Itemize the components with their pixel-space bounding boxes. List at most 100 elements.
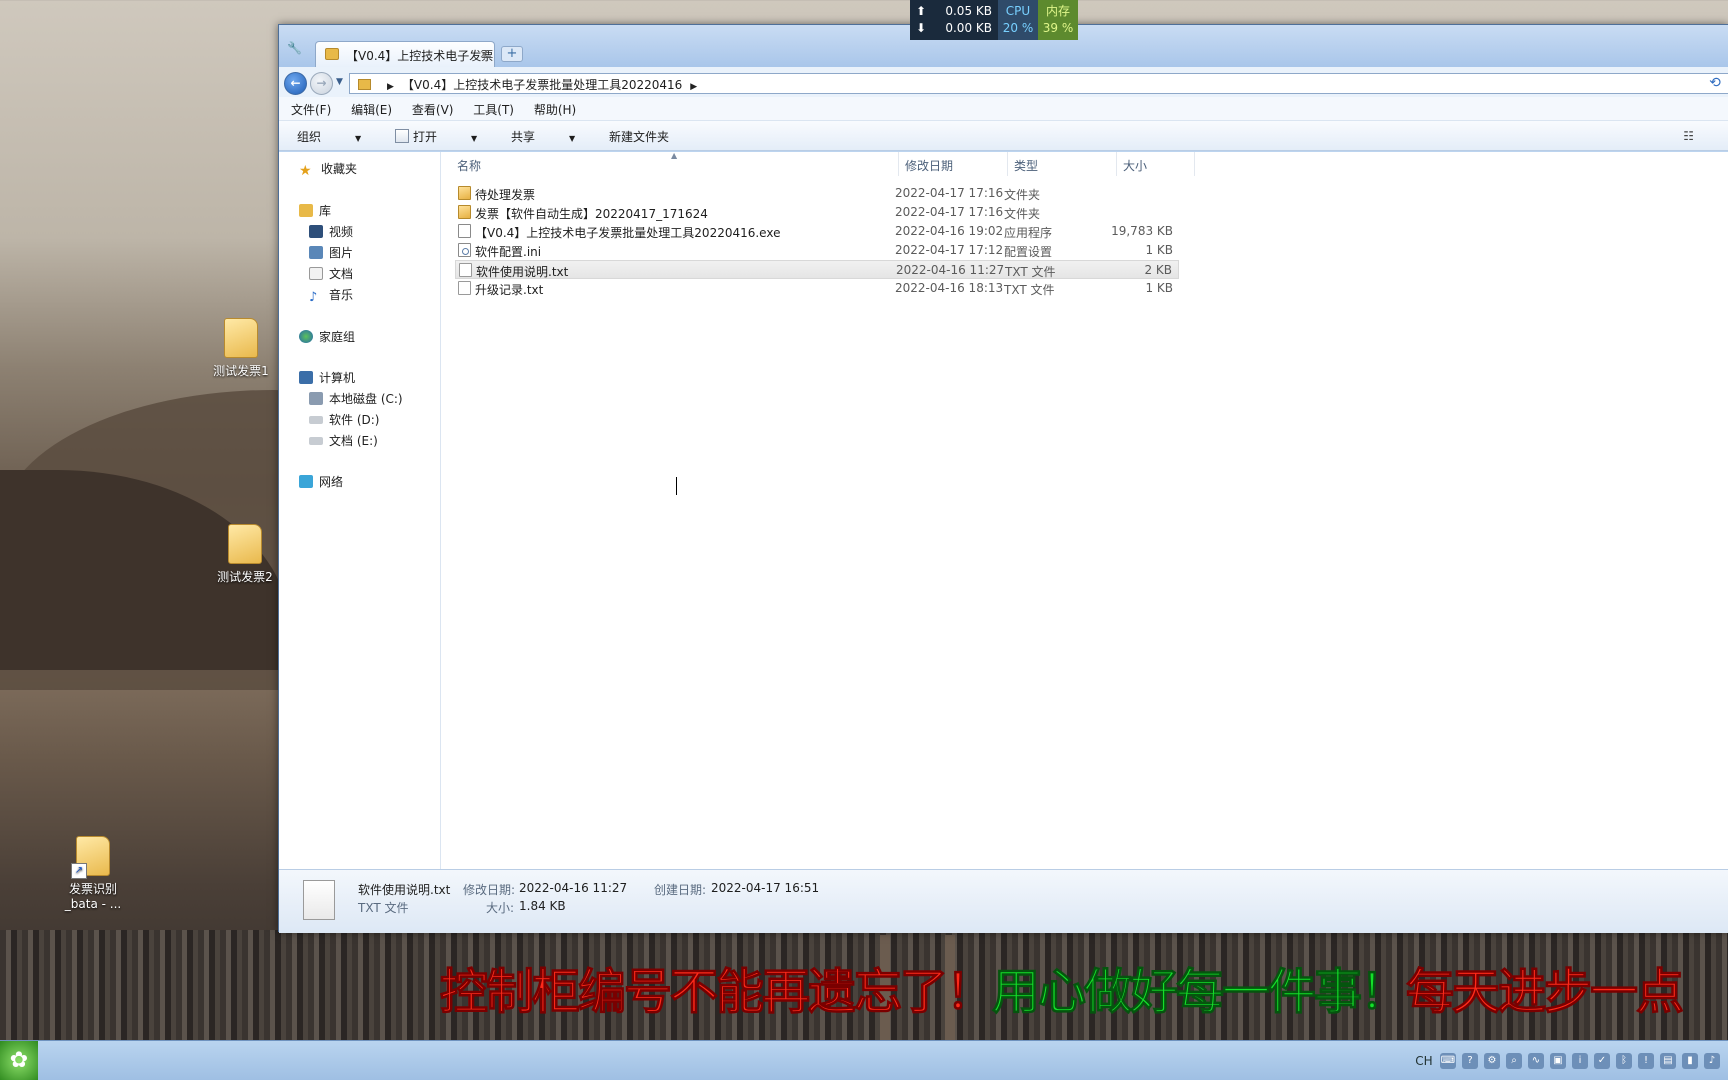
drive-icon [309, 416, 323, 424]
column-header-date[interactable]: 修改日期 [899, 152, 1008, 176]
nav-library-pictures[interactable]: 图片 [309, 244, 353, 261]
nav-drive-e[interactable]: 文档 (E:) [309, 432, 378, 449]
caret-down-icon: ▼ [471, 134, 478, 143]
desktop-icon-test-invoice-2[interactable]: 测试发票2 [200, 524, 290, 585]
nav-label: 文档 [329, 267, 354, 281]
nav-drive-d[interactable]: 软件 (D:) [309, 411, 379, 428]
new-folder-button[interactable]: 新建文件夹 [609, 130, 669, 144]
volume-icon[interactable]: ♪ [1704, 1053, 1720, 1069]
warning-icon[interactable]: ! [1638, 1053, 1654, 1069]
menu-edit[interactable]: 编辑(E) [351, 103, 392, 117]
nav-library-videos[interactable]: 视频 [309, 223, 353, 240]
desktop-icon-label-line2: _bata - ... [64, 897, 122, 911]
desktop-icon-invoice-recognition[interactable]: 发票识别 _bata - ... [48, 836, 138, 911]
mouse-cursor [676, 477, 687, 495]
wrench-icon[interactable]: 🔧 [287, 41, 302, 55]
file-type: 应用程序 [1004, 226, 1053, 240]
help-icon[interactable]: ? [1462, 1053, 1478, 1069]
device-icon[interactable]: ▤ [1660, 1053, 1676, 1069]
nav-favorites[interactable]: ★ 收藏夹 [299, 160, 357, 179]
file-size: 1 KB [1145, 281, 1173, 295]
start-button[interactable]: ✿ [0, 1041, 38, 1080]
column-header-type[interactable]: 类型 [1008, 152, 1117, 176]
display-icon[interactable]: ▣ [1550, 1053, 1566, 1069]
nav-label: 网络 [319, 475, 344, 489]
nav-library-music[interactable]: ♪ 音乐 [309, 286, 354, 305]
file-row[interactable]: 软件配置.ini 2022-04-17 17:12 配置设置 1 KB [455, 241, 1179, 260]
signal-icon[interactable]: ▮ [1682, 1053, 1698, 1069]
address-row: ← → ▼ ▶【V0.4】上控技术电子发票批量处理工具20220416▶ ▼ ⟲ [279, 67, 1728, 97]
nav-label: 音乐 [329, 288, 354, 302]
nav-drive-c[interactable]: 本地磁盘 (C:) [309, 390, 403, 407]
info-icon[interactable]: i [1572, 1053, 1588, 1069]
close-tab-icon[interactable]: × [479, 47, 489, 61]
nav-network[interactable]: 网络 [299, 473, 343, 490]
menu-help[interactable]: 帮助(H) [534, 103, 576, 117]
input-language-indicator[interactable]: CH [1414, 1054, 1434, 1068]
file-date: 2022-04-16 11:27 [896, 263, 1005, 277]
download-speed: 0.00 KB [945, 21, 992, 35]
new-tab-button[interactable]: + [501, 46, 523, 62]
breadcrumb-current-folder[interactable]: 【V0.4】上控技术电子发票批量处理工具20220416 [402, 78, 682, 92]
share-label: 共享 [511, 130, 536, 144]
forward-button[interactable]: → [310, 72, 333, 95]
file-row[interactable]: 发票【软件自动生成】20220417_171624 2022-04-17 17:1… [455, 203, 1179, 222]
text-file-icon [303, 880, 335, 920]
menu-file[interactable]: 文件(F) [291, 103, 331, 117]
network-icon [299, 475, 313, 488]
activity-icon[interactable]: ∿ [1528, 1053, 1544, 1069]
file-list: 名称 ▲ 修改日期 类型 大小 待处理发票 2022-04-17 17:16 文件夹发… [441, 151, 1728, 869]
details-size-value: 1.84 KB [519, 899, 566, 913]
recent-pages-dropdown-icon[interactable]: ▼ [336, 77, 343, 87]
keyboard-icon[interactable]: ⌨ [1440, 1053, 1456, 1069]
bluetooth-icon[interactable]: ᛒ [1616, 1053, 1632, 1069]
nav-libraries[interactable]: 库 [299, 202, 331, 219]
navigation-pane: ★ 收藏夹 库 视频 图片 文档 ♪ 音乐 家庭组 计算机 本地磁盘 (C:) 软件… [279, 152, 441, 869]
menu-tools[interactable]: 工具(T) [473, 103, 514, 117]
column-header-size[interactable]: 大小 [1117, 152, 1195, 176]
explorer-window: 🔧 【V0.4】上控技术电子发票 × + ← → ▼ ▶ 【V0.4】上控技术电子… [278, 24, 1728, 933]
settings-icon[interactable]: ⚙ [1484, 1053, 1500, 1069]
view-options-icon[interactable]: ☷ [1683, 129, 1694, 143]
document-icon [309, 267, 323, 280]
organize-button[interactable]: 组织 ▼ [297, 130, 361, 144]
file-row[interactable]: 升级记录.txt 2022-04-16 18:13 TXT 文件 1 KB [455, 279, 1179, 298]
folder-icon [458, 205, 471, 219]
download-arrow-icon: ⬇ [916, 21, 927, 35]
nav-label: 本地磁盘 (C:) [329, 392, 403, 406]
system-tray: CH ⌨ ? ⚙ ⌕ ∿ ▣ i ✓ ᛒ ! ▤ ▮ ♪ [1414, 1053, 1720, 1069]
folder-icon [228, 524, 262, 564]
open-button[interactable]: 打开 ▼ [395, 129, 478, 144]
menu-bar: 文件(F) 编辑(E) 查看(V) 工具(T) 帮助(H) [279, 97, 1728, 121]
file-row[interactable]: 【V0.4】上控技术电子发票批量处理工具20220416.exe 2022-04-… [455, 222, 1179, 241]
chevron-right-icon[interactable]: ▶ [387, 82, 394, 92]
share-button[interactable]: 共享 ▼ [511, 130, 575, 144]
caret-down-icon: ▼ [569, 134, 576, 143]
address-bar[interactable]: ▶【V0.4】上控技术电子发票批量处理工具20220416▶ ▼ [349, 73, 1728, 94]
nav-library-documents[interactable]: 文档 [309, 265, 353, 282]
file-size: 2 KB [1144, 263, 1172, 277]
chevron-right-icon[interactable]: ▶ [690, 82, 697, 92]
desktop-icon-test-invoice-1[interactable]: 测试发票1 [196, 318, 286, 379]
library-icon [299, 204, 313, 217]
security-icon[interactable]: ✓ [1594, 1053, 1610, 1069]
nav-computer[interactable]: 计算机 [299, 369, 355, 386]
system-drive-icon [309, 392, 323, 405]
file-row[interactable]: 软件使用说明.txt 2022-04-16 11:27 TXT 文件 2 KB [455, 260, 1179, 279]
search-icon[interactable]: ⌕ [1506, 1053, 1522, 1069]
file-date: 2022-04-17 17:16 [895, 186, 1004, 200]
nav-homegroup[interactable]: 家庭组 [299, 328, 355, 345]
column-label: 名称 [457, 159, 482, 173]
homegroup-icon [299, 330, 313, 343]
tab-current-folder[interactable]: 【V0.4】上控技术电子发票 × [315, 41, 495, 67]
back-button[interactable]: ← [284, 72, 307, 95]
txt-icon [458, 281, 471, 295]
refresh-icon[interactable]: ⟲ [1706, 74, 1724, 92]
details-created-label: 创建日期: [654, 883, 707, 897]
nav-label: 计算机 [319, 371, 356, 385]
file-row[interactable]: 待处理发票 2022-04-17 17:16 文件夹 [455, 184, 1179, 203]
menu-view[interactable]: 查看(V) [412, 103, 454, 117]
file-type: 文件夹 [1004, 188, 1041, 202]
nav-label: 视频 [329, 225, 354, 239]
column-header-name[interactable]: 名称 ▲ [451, 151, 899, 176]
